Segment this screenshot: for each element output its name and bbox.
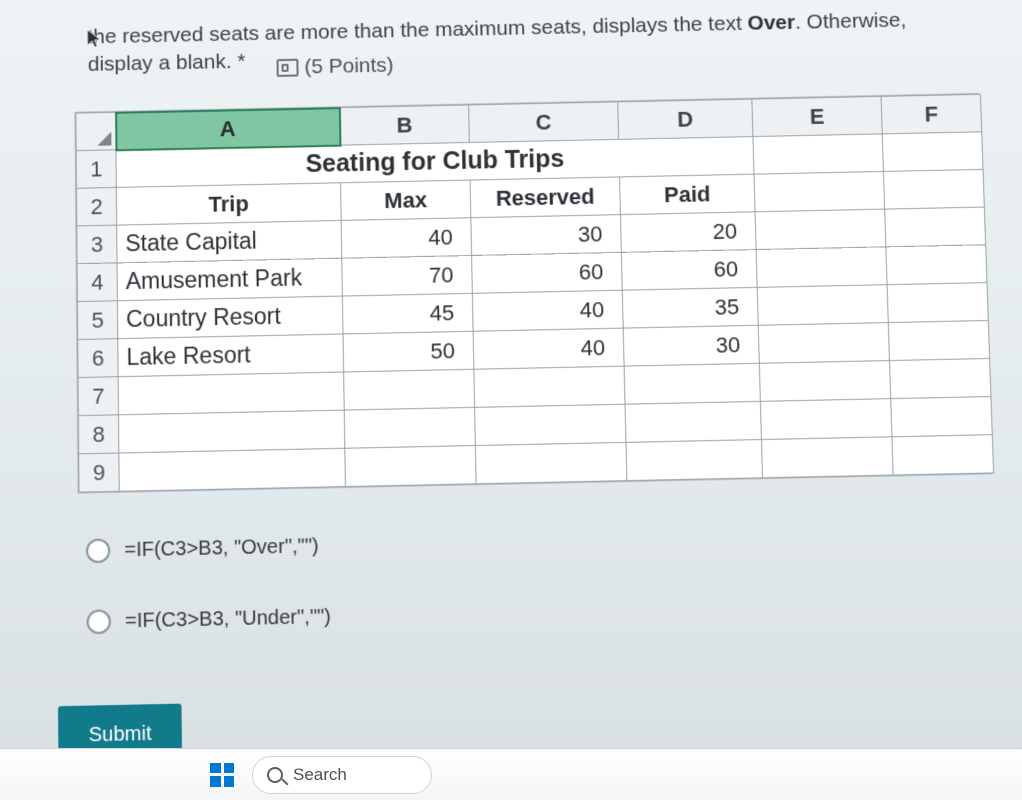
cell[interactable] [756,247,887,288]
option-2-text: =IF(C3>B3, "Under","") [125,605,331,633]
question-line1: the reserved seats are more than the max… [88,12,743,48]
row-header[interactable]: 2 [76,188,116,227]
sheet-table: A B C D E F 1 Seating for Club Trips 2 [75,94,994,493]
cell[interactable] [624,363,760,404]
cell[interactable] [889,359,990,399]
taskbar-search[interactable]: Search [252,756,432,794]
search-icon [267,767,283,783]
cell-b3[interactable]: 40 [341,218,471,258]
search-placeholder: Search [293,765,347,785]
cell[interactable] [119,448,346,491]
question-keyword: Over [747,11,795,35]
cell[interactable] [888,321,989,361]
option-1-text: =IF(C3>B3, "Over","") [124,535,319,562]
cell-c5[interactable]: 40 [472,290,623,331]
cell[interactable] [760,399,892,440]
question-line1-tail: . Otherwise, [795,9,907,34]
cell-b4[interactable]: 70 [342,256,473,297]
cell[interactable] [754,172,885,212]
cell-b5[interactable]: 45 [342,294,473,335]
radio-icon [87,610,111,635]
cell[interactable] [758,323,889,364]
option-1[interactable]: =IF(C3>B3, "Over","") [86,520,1001,564]
cell-a3[interactable]: State Capital [117,221,342,263]
cell-a6[interactable]: Lake Resort [118,334,344,377]
points-label: (5 Points) [304,54,394,79]
col-header-a[interactable]: A [116,108,340,150]
cell[interactable] [887,283,988,323]
cell-a4[interactable]: Amusement Park [117,258,342,301]
image-attachment-icon [276,58,298,76]
cell-c3[interactable]: 30 [471,215,622,256]
row-header[interactable]: 3 [77,225,117,264]
cell[interactable] [757,285,888,326]
col-header-d[interactable]: D [618,99,753,139]
question-line2: display a blank. * [88,50,246,76]
select-all-cell[interactable] [76,112,116,150]
cell[interactable] [885,207,986,247]
hdr-reserved[interactable]: Reserved [470,177,620,218]
row-header[interactable]: 7 [78,377,118,416]
row-header[interactable]: 5 [77,301,117,340]
col-header-e[interactable]: E [752,97,882,137]
row-header[interactable]: 1 [76,150,116,188]
radio-icon [86,539,110,564]
cell[interactable] [345,446,476,487]
row-header[interactable]: 8 [78,415,118,454]
cell[interactable] [344,369,475,410]
taskbar: Search [0,748,1022,800]
cell-d4[interactable]: 60 [621,250,757,291]
spreadsheet: A B C D E F 1 Seating for Club Trips 2 [74,93,992,494]
cell[interactable] [118,372,344,415]
col-header-b[interactable]: B [339,105,469,145]
col-header-f[interactable]: F [881,95,982,135]
row-header[interactable]: 6 [78,339,118,378]
cell[interactable] [474,366,625,407]
answer-options: =IF(C3>B3, "Over","") =IF(C3>B3, "Under"… [86,520,1003,635]
cell[interactable] [344,408,475,449]
cell[interactable] [626,440,763,481]
cell-d6[interactable]: 30 [623,325,759,366]
cell[interactable] [882,132,983,172]
cell[interactable] [625,402,761,443]
cell-b6[interactable]: 50 [343,331,474,372]
cell[interactable] [892,435,994,475]
cell[interactable] [891,397,993,437]
col-header-c[interactable]: C [469,102,619,143]
cell[interactable] [119,410,345,453]
cell[interactable] [475,443,627,484]
cell[interactable] [475,404,626,445]
cell[interactable] [886,245,987,285]
hdr-paid[interactable]: Paid [620,174,756,214]
select-all-triangle-icon [97,132,111,146]
cell[interactable] [759,361,890,402]
row-header[interactable]: 9 [79,453,120,492]
cell-a5[interactable]: Country Resort [117,296,343,339]
cell[interactable] [883,170,984,210]
cell[interactable] [753,134,884,174]
option-2[interactable]: =IF(C3>B3, "Under","") [87,591,1004,635]
cell-d5[interactable]: 35 [622,288,758,329]
cell[interactable] [761,437,893,478]
cell-d3[interactable]: 20 [620,212,756,253]
cell[interactable] [755,209,886,249]
start-button[interactable] [210,763,234,787]
cell-c6[interactable]: 40 [473,328,624,369]
cell-c4[interactable]: 60 [472,253,623,294]
row-header[interactable]: 4 [77,263,117,302]
hdr-trip[interactable]: Trip [116,183,341,225]
hdr-max[interactable]: Max [341,180,471,220]
